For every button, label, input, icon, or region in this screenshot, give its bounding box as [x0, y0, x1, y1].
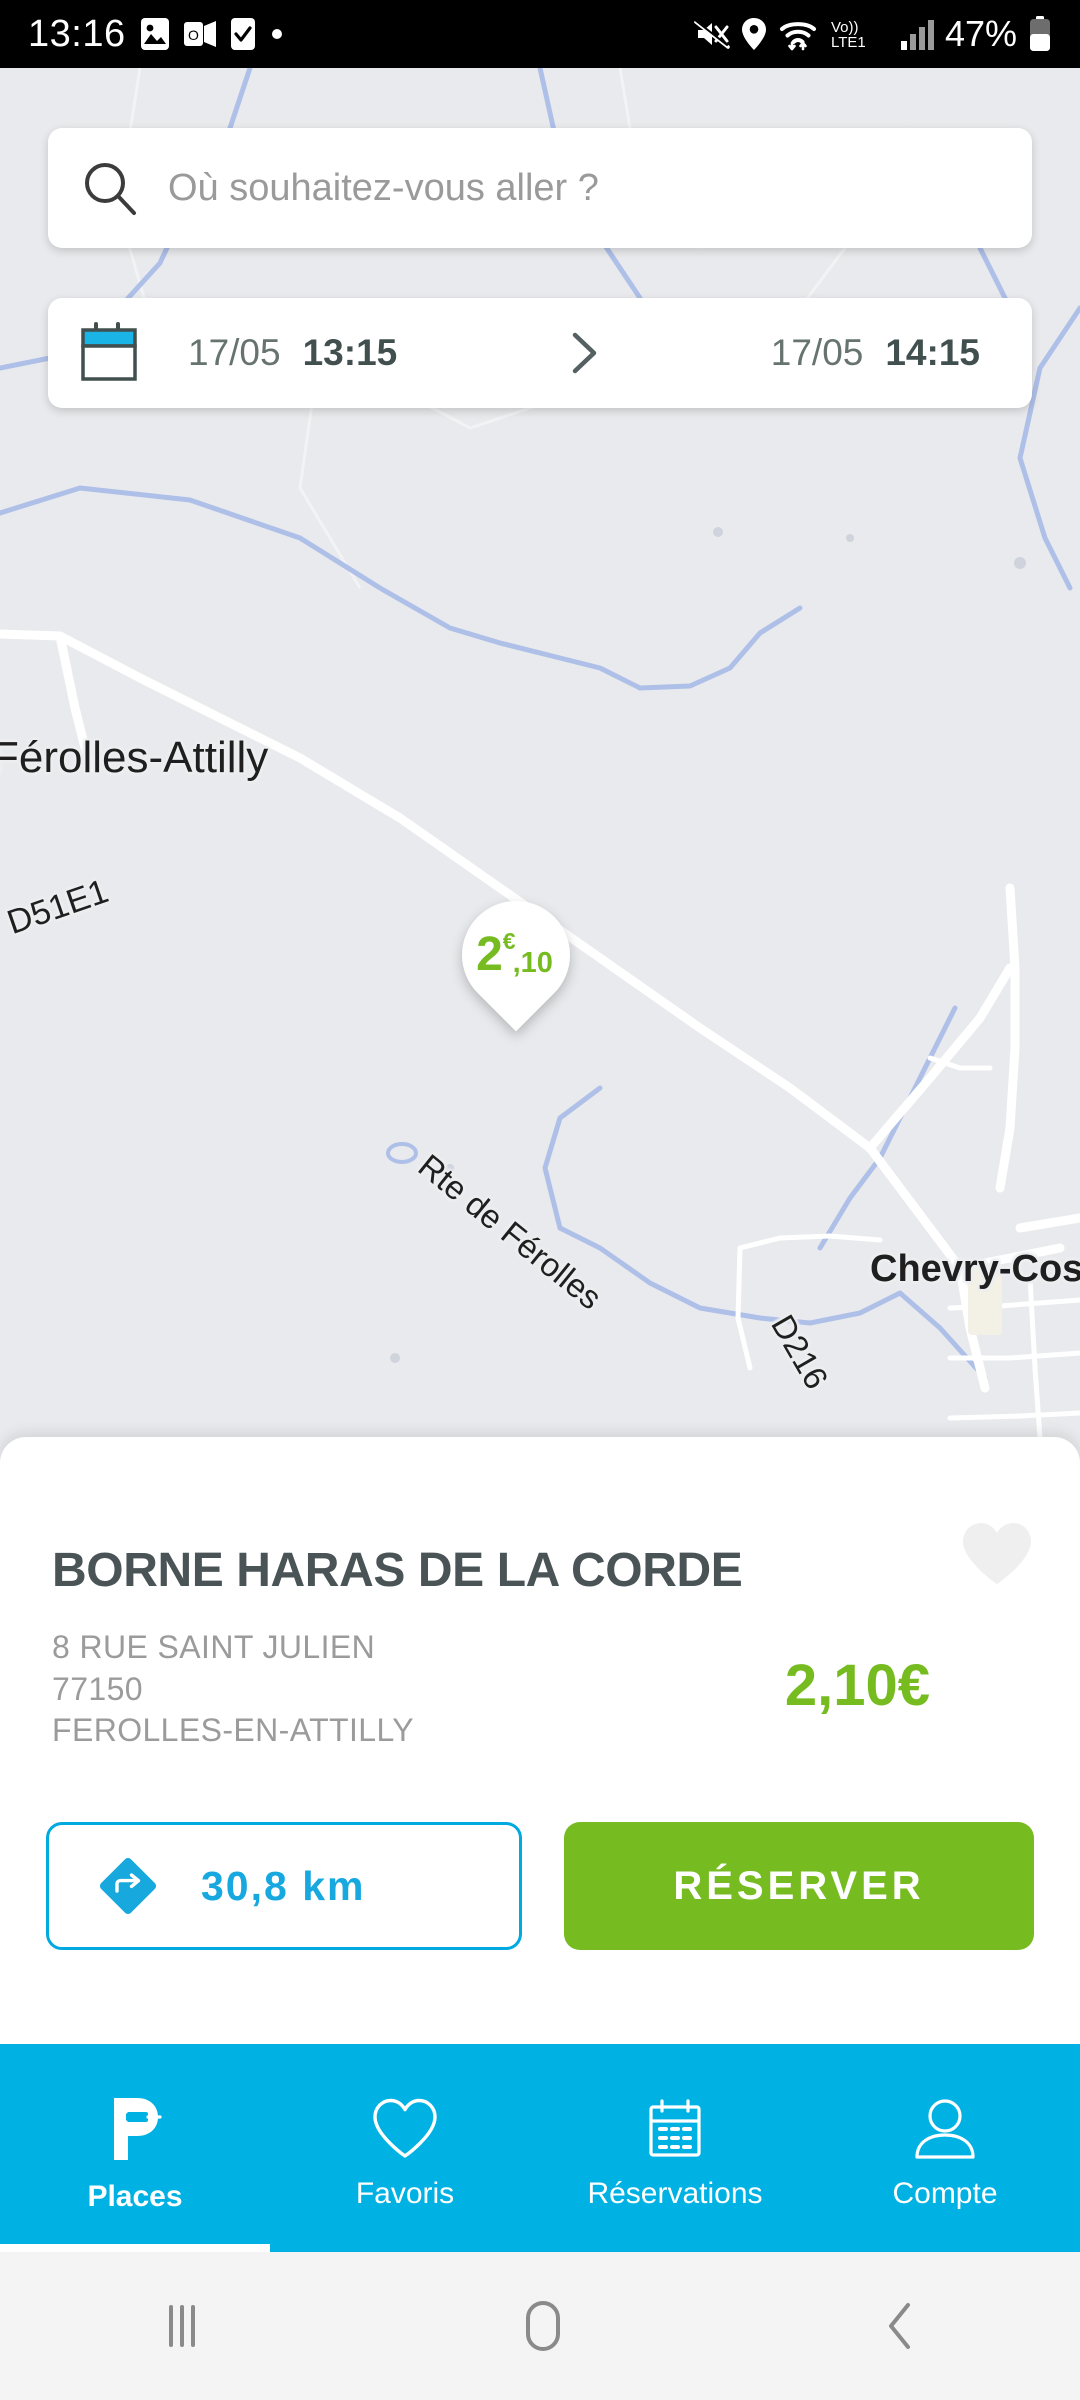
svg-text:LTE1: LTE1 [831, 34, 866, 51]
location-icon [741, 17, 767, 51]
map-label-locality: Férolles-Attilly [0, 733, 269, 782]
nav-item-compte[interactable]: Compte [810, 2044, 1080, 2252]
datetime-start[interactable]: 17/05 13:15 [188, 332, 397, 374]
card-actions: 30,8 km RÉSERVER [46, 1822, 1034, 1950]
wifi-icon [778, 17, 818, 51]
battery-percent-label: 47% [944, 13, 1017, 54]
station-address: 8 RUE SAINT JULIEN 77150 FEROLLES-EN-ATT… [52, 1627, 414, 1752]
outlook-icon: O [183, 18, 216, 50]
status-bar: 13:16 O Vo)) LTE1 47% [0, 0, 1080, 68]
page-title: BORNE HARAS DE LA CORDE [52, 1544, 743, 1597]
status-bar-left: 13:16 O [28, 13, 284, 56]
android-navigation-bar [0, 2252, 1080, 2400]
directions-icon [93, 1851, 163, 1921]
start-date: 17/05 [188, 332, 281, 373]
datetime-end[interactable]: 17/05 14:15 [771, 332, 980, 374]
parking-plug-icon [104, 2094, 166, 2164]
start-time: 13:15 [302, 332, 398, 373]
search-icon [82, 160, 138, 216]
calendar-icon [78, 320, 144, 386]
person-outline-icon [913, 2097, 977, 2161]
address-line-1: 8 RUE SAINT JULIEN [52, 1629, 376, 1665]
nav-label-favoris: Favoris [355, 2177, 455, 2210]
address-line-3: FEROLLES-EN-ATTILLY [52, 1712, 415, 1749]
chevron-right-icon [565, 329, 603, 377]
nav-item-reservations[interactable]: Réservations [540, 2044, 810, 2252]
pin-price-integer: 2 [476, 928, 503, 981]
status-time: 13:16 [28, 12, 126, 55]
station-price: 2,10€ [784, 1653, 930, 1718]
nav-item-favoris[interactable]: Favoris [270, 2044, 540, 2252]
photos-icon [140, 17, 170, 51]
map-canvas[interactable]: Férolles-Attilly Chevry-Coss D51E1 Rte d… [0, 68, 1080, 1448]
nav-label-places: Places [87, 2180, 183, 2213]
address-line-2: 77150 [52, 1670, 143, 1707]
nav-item-places[interactable]: Places [0, 2044, 270, 2252]
nav-label-reservations: Réservations [587, 2177, 763, 2210]
home-icon[interactable] [516, 2297, 570, 2355]
mute-icon [693, 18, 730, 50]
volte-lte1-icon: Vo)) LTE1 [829, 16, 889, 52]
calendar-outline-icon [643, 2097, 707, 2161]
heart-icon[interactable] [960, 1521, 1034, 1592]
pin-price: 2 € ,10 [462, 901, 570, 1009]
price-marker-pin[interactable]: 2 € ,10 [439, 878, 593, 1039]
end-date: 17/05 [770, 332, 864, 373]
search-bar[interactable]: Où souhaitez-vous aller ? [48, 128, 1032, 248]
status-bar-right: Vo)) LTE1 47% [693, 13, 1052, 55]
pin-price-decimals: ,10 [512, 946, 553, 979]
svg-text:O: O [188, 27, 199, 43]
dot-indicator-icon [270, 27, 284, 41]
tasks-check-icon [230, 17, 256, 51]
station-detail-card: BORNE HARAS DE LA CORDE 8 RUE SAINT JULI… [0, 1437, 1080, 2044]
nav-active-indicator [0, 2244, 270, 2252]
reserve-button[interactable]: RÉSERVER [564, 1822, 1034, 1950]
search-input[interactable]: Où souhaitez-vous aller ? [168, 167, 599, 210]
battery-icon [1028, 16, 1052, 52]
end-time: 14:15 [885, 332, 980, 373]
directions-button[interactable]: 30,8 km [46, 1822, 522, 1950]
bottom-navigation: Places Favoris Réservations Compte [0, 2044, 1080, 2252]
datetime-range-bar[interactable]: 17/05 13:15 17/05 14:15 [48, 298, 1032, 408]
app-screen: 13:16 O Vo)) LTE1 47% Férolles-Attilly C… [0, 0, 1080, 2400]
map-label-locality: Chevry-Coss [870, 1248, 1080, 1290]
recents-icon[interactable] [153, 2299, 211, 2353]
distance-label: 30,8 km [201, 1862, 366, 1909]
heart-outline-icon [371, 2097, 439, 2161]
nav-label-compte: Compte [892, 2177, 998, 2210]
signal-bars-icon [900, 17, 934, 51]
back-icon[interactable] [875, 2297, 927, 2355]
